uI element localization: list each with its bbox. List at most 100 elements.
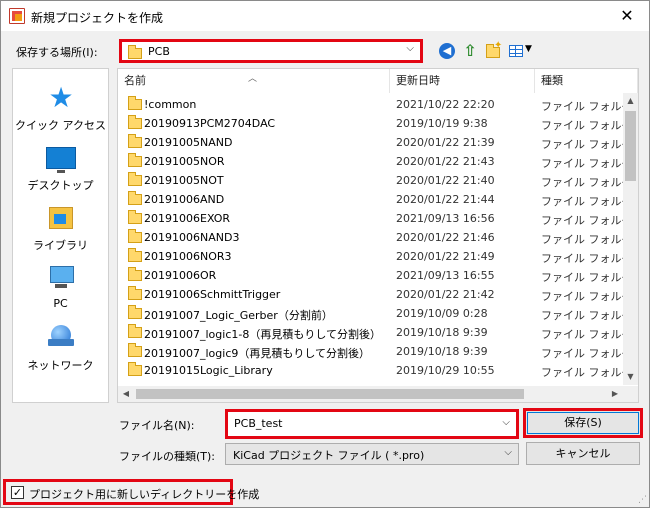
file-date: 2021/09/13 16:55 — [396, 269, 495, 282]
place-label: ネットワーク — [27, 359, 94, 372]
create-directory-label: プロジェクト用に新しいディレクトリーを作成 — [29, 488, 260, 501]
table-row[interactable]: 20191005NAND 2020/01/22 21:39 ファイル フォルダー — [118, 133, 638, 152]
network-icon — [46, 323, 76, 353]
folder-icon — [128, 267, 142, 281]
vertical-scrollbar[interactable]: ▲ ▼ — [623, 93, 638, 385]
resize-grip-icon[interactable]: ⋰ — [638, 495, 647, 505]
quick-access-star-icon: ★ — [48, 81, 74, 114]
folder-icon — [128, 343, 142, 357]
create-directory-checkbox[interactable]: ✓ — [11, 486, 24, 499]
column-date-label: 更新日時 — [396, 74, 440, 87]
folder-icon — [128, 191, 142, 205]
scroll-thumb[interactable] — [625, 111, 636, 181]
file-date: 2019/10/09 0:28 — [396, 307, 488, 320]
table-row[interactable]: 20191005NOR 2020/01/22 21:43 ファイル フォルダー — [118, 152, 638, 171]
navigation-toolbar: ◀ ⇧ ✦ ▼ — [437, 40, 537, 61]
create-directory-option[interactable]: ✓ プロジェクト用に新しいディレクトリーを作成 — [3, 479, 259, 505]
save-button[interactable]: 保存(S) — [523, 408, 643, 438]
file-name-input[interactable]: PCB_test ⌵ — [225, 409, 519, 439]
table-row[interactable]: 20191007_Logic_Gerber（分割前） 2019/10/09 0:… — [118, 304, 638, 323]
column-name-label: 名前 — [124, 74, 146, 87]
file-date: 2020/01/22 21:49 — [396, 250, 495, 263]
new-folder-button[interactable]: ✦ — [483, 40, 503, 61]
close-button[interactable]: ✕ — [605, 1, 649, 31]
desktop-icon — [46, 147, 76, 173]
column-date[interactable]: 更新日時 — [390, 69, 535, 93]
file-date: 2020/01/22 21:43 — [396, 155, 495, 168]
table-row[interactable]: 20191006EXOR 2021/09/13 16:56 ファイル フォルダー — [118, 209, 638, 228]
file-name: 20191006EXOR — [144, 212, 231, 225]
folder-icon — [128, 324, 142, 338]
file-type-label: ファイルの種類(T): — [119, 450, 216, 463]
table-row[interactable]: 20191006AND 2020/01/22 21:44 ファイル フォルダー — [118, 190, 638, 209]
column-name[interactable]: 名前 ︿ — [118, 69, 390, 93]
table-row[interactable]: 20191015Logic_Library 2019/10/29 10:55 フ… — [118, 361, 638, 380]
file-name: 20191005NOR — [144, 155, 225, 168]
table-row[interactable]: 20191007_logic1-8（再見積もりして分割後） 2019/10/18… — [118, 323, 638, 342]
up-arrow-icon: ⇧ — [463, 41, 477, 60]
file-name: 20191006SchmittTrigger — [144, 288, 281, 301]
scroll-up-icon[interactable]: ▲ — [623, 93, 638, 109]
file-name: 20191007_logic1-8（再見積もりして分割後） — [144, 328, 381, 341]
folder-icon — [128, 153, 142, 167]
scroll-left-icon[interactable]: ◀ — [118, 386, 134, 402]
file-name: 20190913PCM2704DAC — [144, 117, 276, 130]
details-view-icon — [509, 45, 523, 57]
look-in-value: PCB — [148, 45, 170, 58]
file-date: 2019/10/18 9:39 — [396, 345, 488, 358]
folder-icon — [128, 45, 142, 59]
file-date: 2019/10/19 9:38 — [396, 117, 488, 130]
scroll-right-icon[interactable]: ▶ — [607, 386, 623, 402]
file-date: 2021/09/13 16:56 — [396, 212, 495, 225]
table-row[interactable]: 20191005NOT 2020/01/22 21:40 ファイル フォルダー — [118, 171, 638, 190]
look-in-combo[interactable]: PCB ⌵ — [119, 39, 423, 63]
dropdown-arrow-icon: ▼ — [525, 44, 532, 54]
place-label: クイック アクセス — [15, 119, 106, 132]
scroll-thumb[interactable] — [136, 389, 524, 399]
file-date: 2019/10/18 9:39 — [396, 326, 488, 339]
place-label: PC — [53, 297, 68, 310]
view-menu-button[interactable]: ▼ — [507, 41, 533, 61]
cancel-button[interactable]: キャンセル — [526, 442, 640, 465]
title-bar: 新規プロジェクトを作成 ✕ — [1, 1, 649, 31]
file-name: 20191006AND — [144, 193, 225, 206]
file-type-value: KiCad プロジェクト ファイル ( *.pro) — [233, 449, 425, 462]
file-name-label: ファイル名(N): — [119, 419, 195, 432]
column-type[interactable]: 種類 — [535, 69, 638, 93]
table-row[interactable]: 20191007_logic9（再見積もりして分割後） 2019/10/18 9… — [118, 342, 638, 361]
table-row[interactable]: 20190913PCM2704DAC 2019/10/19 9:38 ファイル … — [118, 114, 638, 133]
sort-up-icon: ︿ — [248, 74, 258, 84]
pc-icon — [46, 263, 76, 293]
file-date: 2020/01/22 21:44 — [396, 193, 495, 206]
file-name: 20191007_Logic_Gerber（分割前） — [144, 309, 333, 322]
horizontal-scrollbar[interactable]: ◀ ▶ — [118, 386, 623, 402]
file-name: 20191006NOR3 — [144, 250, 232, 263]
file-name: !common — [144, 98, 197, 111]
file-type-select[interactable]: KiCad プロジェクト ファイル ( *.pro) ⌵ — [225, 443, 519, 465]
table-row[interactable]: 20191006NOR3 2020/01/22 21:49 ファイル フォルダー — [118, 247, 638, 266]
new-project-dialog: 新規プロジェクトを作成 ✕ 保存する場所(I): PCB ⌵ ◀ ⇧ ✦ ▼ ★… — [0, 0, 650, 508]
library-icon — [46, 203, 76, 233]
folder-icon — [128, 115, 142, 129]
table-row[interactable]: !common 2021/10/22 22:20 ファイル フォルダー — [118, 95, 638, 114]
table-row[interactable]: 20191006SchmittTrigger 2020/01/22 21:42 … — [118, 285, 638, 304]
table-row[interactable]: 20191006NAND3 2020/01/22 21:46 ファイル フォルダ… — [118, 228, 638, 247]
folder-icon — [128, 248, 142, 262]
up-folder-button[interactable]: ⇧ — [460, 41, 480, 61]
folder-icon — [128, 362, 142, 376]
place-label: デスクトップ — [27, 179, 94, 192]
scroll-down-icon[interactable]: ▼ — [623, 369, 638, 385]
folder-icon — [128, 286, 142, 300]
file-date: 2020/01/22 21:46 — [396, 231, 495, 244]
file-date: 2020/01/22 21:40 — [396, 174, 495, 187]
file-name: 20191006OR — [144, 269, 217, 282]
table-row[interactable]: 20191006OR 2021/09/13 16:55 ファイル フォルダー — [118, 266, 638, 285]
look-in-label: 保存する場所(I): — [16, 46, 98, 59]
back-button[interactable]: ◀ — [437, 41, 457, 61]
file-name: 20191005NOT — [144, 174, 224, 187]
chevron-down-icon[interactable]: ⌵ — [502, 417, 510, 428]
folder-icon — [128, 305, 142, 319]
chevron-down-icon: ⌵ — [406, 43, 414, 54]
folder-icon — [128, 229, 142, 243]
file-name: 20191006NAND3 — [144, 231, 240, 244]
